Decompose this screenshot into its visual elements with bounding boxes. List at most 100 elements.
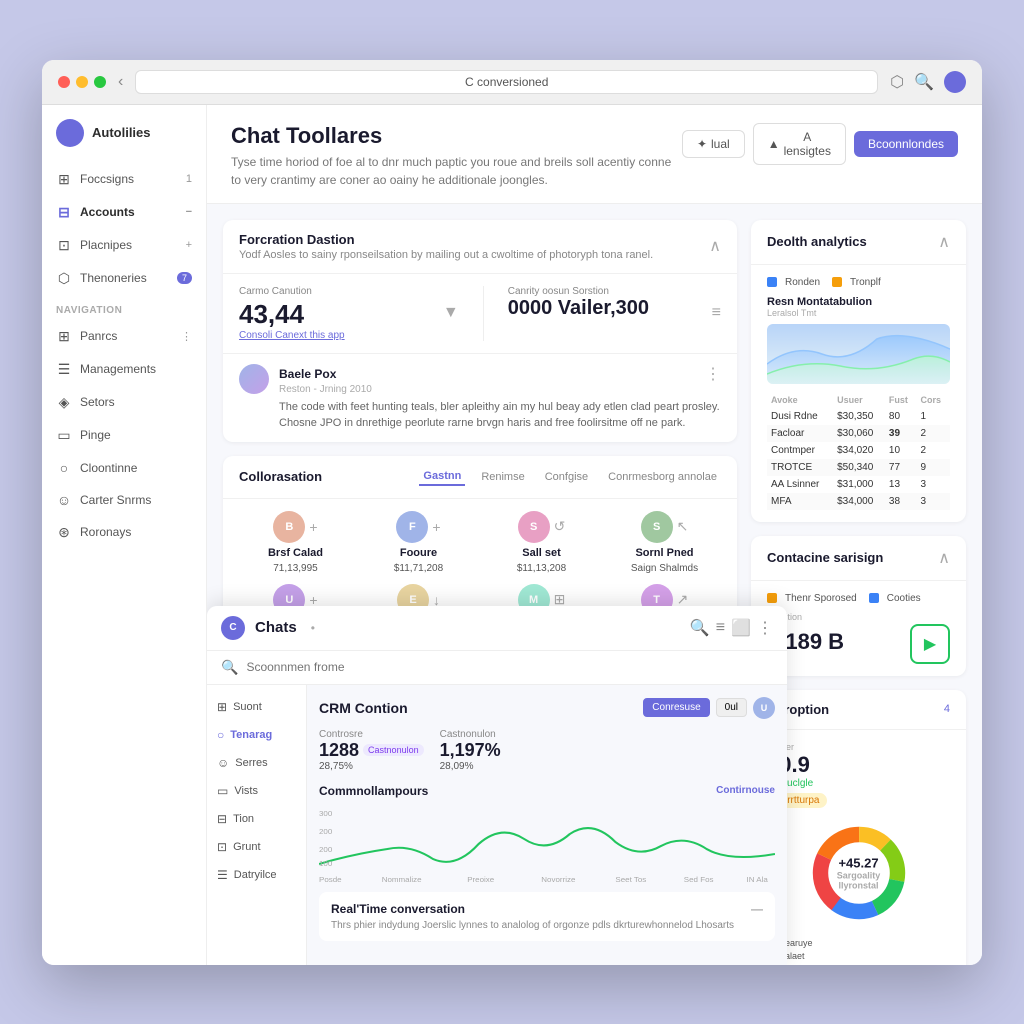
sidebar-label: Carter Snrms <box>80 493 151 507</box>
more-icon[interactable]: ⋮ <box>705 364 721 384</box>
sidebar-item-managements[interactable]: ☰ Managements <box>42 353 206 386</box>
chat-sidebar-tenarag[interactable]: ○ Tenarag <box>207 721 306 749</box>
svg-text:200: 200 <box>319 827 332 835</box>
maximize-button[interactable] <box>94 76 106 88</box>
chat-sidebar-datryilce[interactable]: ☰ Datryilce <box>207 861 306 889</box>
sidebar-label: Datryilce <box>234 869 277 881</box>
donut-chart: +45.27 Sargoality llyronstal <box>804 818 914 928</box>
sidebar-item-panrcs[interactable]: ⊞ Panrcs ⋮ <box>42 320 206 353</box>
chat-sidebar-suont[interactable]: ⊞ Suont <box>207 693 306 721</box>
app-layout: Autolilies ⊞ Foccsigns 1 ⊟ Accounts − ⊡ … <box>42 105 982 965</box>
sidebar-label: Placnipes <box>80 238 132 252</box>
conv-stat-1-label: Carmo Canution <box>239 286 427 297</box>
campaign-play-button[interactable]: ▶ <box>910 624 950 664</box>
conv-stat-1: Carmo Canution 43,44 Consoli Canext this… <box>239 286 427 341</box>
health-card: Deolth analytics ∧ Ronden Tronplf Resn M… <box>751 220 966 522</box>
conv-divider <box>483 286 484 341</box>
collab-member-4: S ↖ Sornl Pned Saign Shalmds <box>608 511 721 574</box>
sidebar-item-accounts[interactable]: ⊟ Accounts − <box>42 196 206 229</box>
sidebar-item-thenoneries[interactable]: ⬡ Thenoneries 7 <box>42 262 206 295</box>
aproption-count[interactable]: 4 <box>944 703 950 715</box>
back-button[interactable]: ‹ <box>118 73 123 91</box>
tab-conrmesborg[interactable]: Conrmesborg annolae <box>604 469 721 485</box>
chat-sidebar-serres[interactable]: ☺ Serres <box>207 749 306 777</box>
sidebar-label: Panrcs <box>80 329 117 343</box>
cell-value: $34,020 <box>833 442 885 459</box>
collaboration-title: Collorasation <box>239 469 322 484</box>
conv-stat-1-link[interactable]: Consoli Canext this app <box>239 330 427 341</box>
sidebar-item-cloontinne[interactable]: ○ Cloontinne <box>42 452 206 484</box>
sidebar-badge: 1 <box>186 173 192 185</box>
lensigtes-button[interactable]: ▲ A lensigtes <box>753 123 846 165</box>
chat-panel-logo: C <box>221 616 245 640</box>
table-row: AA Lsinner $31,000 13 3 <box>767 476 950 493</box>
svg-text:Novorrize: Novorrize <box>541 875 575 883</box>
legend-label-ronden: Ronden <box>785 277 820 288</box>
tab-gastnn[interactable]: Gastnn <box>419 468 465 486</box>
sidebar-item-carter[interactable]: ☺ Carter Snrms <box>42 484 206 516</box>
member-value: $11,13,208 <box>517 563 566 574</box>
sidebar-item-pinge[interactable]: ▭ Pinge <box>42 419 206 452</box>
sidebar-item-foccsigns[interactable]: ⊞ Foccsigns 1 <box>42 163 206 196</box>
share-icon[interactable]: ⬡ <box>890 72 904 92</box>
tab-confgise[interactable]: Confgise <box>541 469 592 485</box>
realtime-header: Real'Time conversation — <box>331 902 763 916</box>
minimize-button[interactable] <box>76 76 88 88</box>
sidebar-label: Suont <box>233 701 262 713</box>
crm-btn-0ul[interactable]: 0ul <box>716 698 747 717</box>
close-button[interactable] <box>58 76 70 88</box>
more-icon[interactable]: ⋮ <box>757 618 773 638</box>
crm-btn-conresuse[interactable]: Conresuse <box>643 698 709 717</box>
bcoonnlondes-button[interactable]: Bcoonnlondes <box>854 131 958 157</box>
chat-panel-actions: 🔍 ≡ ⬜ ⋮ <box>690 618 773 638</box>
layout-icon[interactable]: ⬜ <box>731 618 751 638</box>
lual-button[interactable]: ✦ lual <box>682 130 745 158</box>
health-body: Ronden Tronplf Resn Montatabulion Lerals… <box>751 265 966 522</box>
sidebar-item-placnipes[interactable]: ⊡ Placnipes + <box>42 229 206 262</box>
star-icon: ✦ <box>697 137 707 151</box>
health-col-cors: Cors <box>917 392 950 408</box>
user-avatar[interactable] <box>944 71 966 93</box>
donut-value: +45.27 <box>831 855 886 870</box>
campaign-title: Contacine sarisign <box>767 550 883 565</box>
chevron-up-icon[interactable]: ∧ <box>938 548 950 568</box>
filter-icon[interactable]: ≡ <box>716 619 725 637</box>
collab-avatar: B <box>273 511 305 543</box>
chat-search-input[interactable] <box>246 660 773 674</box>
sidebar-icon: ☰ <box>217 868 228 882</box>
chat-panel-expand-icon[interactable]: • <box>311 621 315 635</box>
sidebar-item-setors[interactable]: ◈ Setors <box>42 386 206 419</box>
cell-value: $34,000 <box>833 493 885 510</box>
header-actions: ✦ lual ▲ A lensigtes Bcoonnlondes <box>682 123 958 165</box>
collab-avatar: F <box>396 511 428 543</box>
sidebar-icon: ⊛ <box>56 524 72 541</box>
sidebar-badge: − <box>186 206 192 218</box>
page-subtitle: Tyse time horiod of foe al to dnr much p… <box>231 153 682 189</box>
search-icon[interactable]: 🔍 <box>914 72 934 92</box>
crm-stat-2-label: Castnonulon <box>440 729 501 740</box>
search-icon[interactable]: 🔍 <box>690 618 710 638</box>
comms-chart: Posde Nommalize Preoixe Novorrize Seet T… <box>319 804 775 884</box>
conversation-card-subtitle: Yodf Aosles to sainy rponseilsation by m… <box>239 249 653 261</box>
table-row: Contmper $34,020 10 2 <box>767 442 950 459</box>
crm-stat-1: Controsre 1288 Castnonulon 28,75% <box>319 729 424 772</box>
table-row: Facloar $30,060 39 2 <box>767 425 950 442</box>
chat-sidebar-vists[interactable]: ▭ Vists <box>207 777 306 805</box>
sidebar-icon: ⊞ <box>56 171 72 188</box>
conv-stat-1-value: 43,44 <box>239 299 427 330</box>
sidebar: Autolilies ⊞ Foccsigns 1 ⊟ Accounts − ⊡ … <box>42 105 207 965</box>
tab-renimse[interactable]: Renimse <box>477 469 528 485</box>
chevron-up-icon[interactable]: ∧ <box>938 232 950 252</box>
sidebar-icon: ⊟ <box>217 812 227 826</box>
realtime-section: Real'Time conversation — Thrs phier indy… <box>319 892 775 941</box>
chat-sidebar-tion[interactable]: ⊟ Tion <box>207 805 306 833</box>
chat-panel-title: Chats <box>255 619 297 636</box>
sidebar-item-roronays[interactable]: ⊛ Roronays <box>42 516 206 549</box>
chevron-up-icon[interactable]: ∧ <box>709 236 721 256</box>
chat-sidebar-grunt[interactable]: ⊡ Grunt <box>207 833 306 861</box>
filter-icon[interactable]: ≡ <box>712 304 721 322</box>
comms-link[interactable]: Contirnouse <box>716 785 775 796</box>
chevron-up-icon[interactable]: — <box>751 902 763 916</box>
url-bar[interactable]: C conversioned <box>135 70 878 94</box>
member-value: $11,71,208 <box>394 563 443 574</box>
